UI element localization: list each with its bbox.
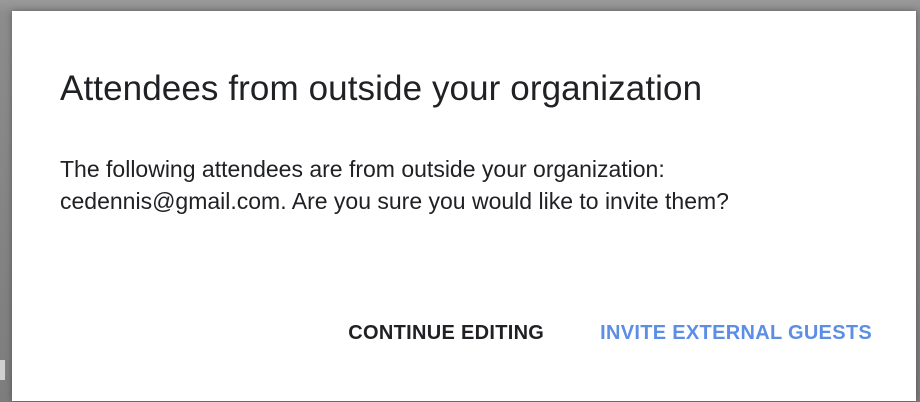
external-attendees-dialog: Attendees from outside your organization…: [12, 11, 916, 401]
dialog-title: Attendees from outside your organization: [60, 69, 703, 108]
continue-editing-button[interactable]: CONTINUE EDITING: [344, 313, 548, 353]
dialog-actions: CONTINUE EDITING INVITE EXTERNAL GUESTS: [344, 313, 876, 353]
background-page-edge: [0, 360, 5, 380]
invite-external-guests-button[interactable]: INVITE EXTERNAL GUESTS: [596, 313, 876, 353]
dialog-message: The following attendees are from outside…: [60, 156, 729, 214]
